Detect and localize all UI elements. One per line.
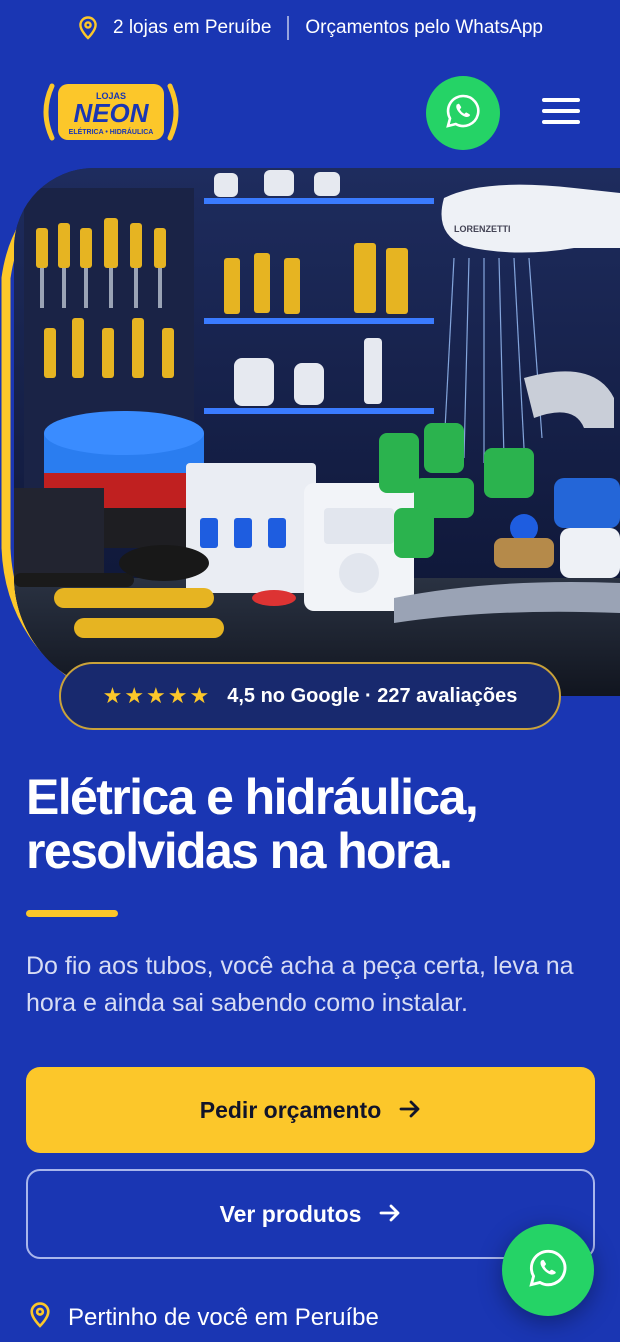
headline-line-2: resolvidas na hora. <box>26 823 453 879</box>
rating-text: 4,5 no Google · 227 avaliações <box>227 684 518 707</box>
menu-line <box>542 120 580 124</box>
shower-brand-text: LORENZETTI <box>454 224 511 234</box>
arrow-right-icon <box>379 1201 401 1228</box>
whatsapp-floating-button[interactable] <box>502 1224 594 1316</box>
whatsapp-header-button[interactable] <box>426 76 500 150</box>
view-products-label: Ver produtos <box>219 1200 362 1227</box>
circuit-breakers <box>186 463 316 593</box>
arrow-right-icon <box>399 1097 421 1124</box>
location-pin-icon <box>28 1301 52 1336</box>
request-quote-label: Pedir orçamento <box>199 1096 382 1123</box>
menu-line <box>542 98 580 102</box>
request-quote-button[interactable]: Pedir orçamento <box>26 1067 595 1153</box>
stores-count-text: 2 lojas em Peruíbe <box>112 17 272 38</box>
logo-tagline-text: ELÉTRICA • HIDRÁULICA <box>69 127 154 136</box>
star-icon: ★★★★★ <box>102 683 212 708</box>
hero-image-section: LORENZETTI <box>0 168 620 728</box>
top-info-bar: 2 lojas em Peruíbe Orçamentos pelo Whats… <box>0 0 620 56</box>
menu-line <box>542 109 580 113</box>
whatsapp-icon <box>528 1248 568 1293</box>
accent-divider <box>26 910 118 917</box>
page-title: Elétrica e hidráulica, resolvidas na hor… <box>26 770 596 878</box>
headline-line-1: Elétrica e hidráulica, <box>26 769 479 825</box>
hero-product-photo: LORENZETTI <box>14 168 620 696</box>
whatsapp-icon <box>445 93 481 134</box>
location-note: Pertinho de você em Peruíbe <box>28 1300 379 1336</box>
location-pin-icon <box>77 16 99 40</box>
logo-brand-text: NEON <box>73 98 149 128</box>
location-note-text: Pertinho de você em Peruíbe <box>68 1304 379 1331</box>
google-rating-badge: ★★★★★ 4,5 no Google · 227 avaliações <box>59 662 561 730</box>
logo[interactable]: LOJAS NEON ELÉTRICA • HIDRÁULICA <box>40 80 182 144</box>
hero-description: Do fio aos tubos, você acha a peça certa… <box>26 952 574 1017</box>
hamburger-menu-button[interactable] <box>540 94 582 128</box>
divider <box>287 16 290 40</box>
whatsapp-quotes-link[interactable]: Orçamentos pelo WhatsApp <box>305 17 543 39</box>
